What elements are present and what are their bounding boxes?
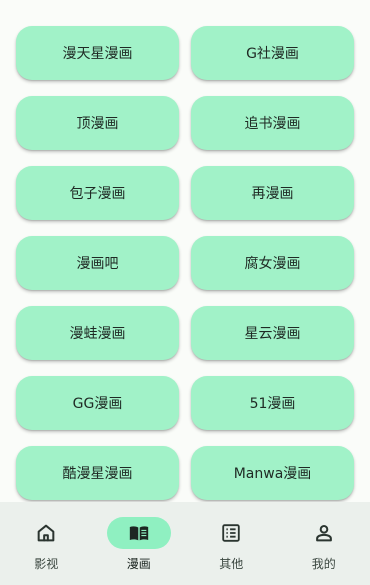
source-button-manhuaba[interactable]: 漫画吧: [16, 236, 179, 290]
list-icon: [222, 524, 240, 542]
source-button-xingyun[interactable]: 星云漫画: [191, 306, 354, 360]
source-button-label: 顶漫画: [76, 116, 119, 132]
source-button-label: 腐女漫画: [244, 256, 301, 272]
source-button-label: 漫蛙漫画: [69, 326, 126, 342]
person-icon: [315, 525, 332, 542]
nav-icon-container: [199, 517, 263, 549]
source-button-zai[interactable]: 再漫画: [191, 166, 354, 220]
source-button-label: 漫天星漫画: [62, 46, 133, 62]
nav-icon-container: [106, 517, 171, 549]
nav-icon-container: [292, 517, 356, 549]
source-button-baozi[interactable]: 包子漫画: [16, 166, 179, 220]
nav-item-video[interactable]: 影视: [0, 502, 93, 585]
nav-label: 影视: [34, 557, 59, 571]
source-button-label: 再漫画: [251, 186, 294, 202]
nav-item-other[interactable]: 其他: [185, 502, 278, 585]
source-button-mantianxing[interactable]: 漫天星漫画: [16, 26, 179, 80]
source-button-label: 51漫画: [249, 396, 296, 412]
nav-label: 其他: [219, 557, 244, 571]
source-button-label: 星云漫画: [244, 326, 301, 342]
home-icon: [37, 524, 55, 542]
source-button-kumanxing[interactable]: 酷漫星漫画: [16, 446, 179, 500]
source-button-label: 酷漫星漫画: [62, 466, 133, 482]
source-button-label: G社漫画: [246, 46, 299, 62]
source-button-ding[interactable]: 顶漫画: [16, 96, 179, 150]
nav-icon-container: [14, 517, 78, 549]
source-button-gg[interactable]: GG漫画: [16, 376, 179, 430]
source-button-label: Manwa漫画: [233, 466, 312, 482]
nav-label: 漫画: [126, 557, 151, 571]
source-button-zhuishu[interactable]: 追书漫画: [191, 96, 354, 150]
screen: 漫天星漫画 G社漫画 顶漫画 追书漫画 包子漫画 再漫画 漫画吧 腐女漫画 漫蛙…: [0, 0, 370, 585]
nav-label: 我的: [311, 557, 336, 571]
nav-item-comics[interactable]: 漫画: [93, 502, 186, 585]
bottom-navigation: 影视 漫画 其他 我的: [0, 502, 370, 585]
source-button-label: 追书漫画: [244, 116, 301, 132]
source-button-51[interactable]: 51漫画: [191, 376, 354, 430]
book-icon: [129, 526, 148, 541]
source-button-manwa[interactable]: Manwa漫画: [191, 446, 354, 500]
source-button-label: 漫画吧: [76, 256, 119, 272]
source-button-label: 包子漫画: [69, 186, 126, 202]
source-button-gshe[interactable]: G社漫画: [191, 26, 354, 80]
source-button-manwa-frog[interactable]: 漫蛙漫画: [16, 306, 179, 360]
source-grid: 漫天星漫画 G社漫画 顶漫画 追书漫画 包子漫画 再漫画 漫画吧 腐女漫画 漫蛙…: [16, 26, 354, 500]
source-button-funv[interactable]: 腐女漫画: [191, 236, 354, 290]
nav-item-mine[interactable]: 我的: [278, 502, 370, 585]
source-button-label: GG漫画: [72, 396, 123, 412]
